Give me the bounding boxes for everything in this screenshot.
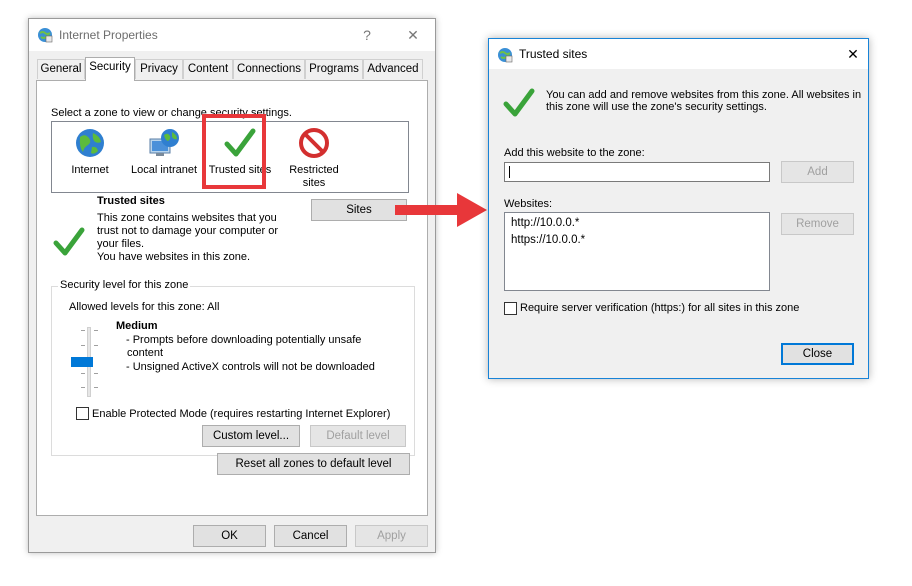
internet-properties-icon [38, 28, 53, 43]
title-bar: Internet Properties ? ✕ [29, 19, 435, 51]
dialog-title: Trusted sites [519, 47, 588, 61]
tab-connections[interactable]: Connections [233, 59, 305, 79]
close-icon[interactable]: ✕ [403, 25, 423, 45]
internet-properties-window: Internet Properties ? ✕ General Security… [28, 18, 436, 553]
websites-label: Websites: [504, 198, 553, 210]
zone-description-line: trust not to damage your computer or [97, 225, 278, 237]
protected-mode-label: Enable Protected Mode (requires restarti… [92, 408, 391, 420]
globe-icon [76, 129, 104, 157]
zone-restricted-sites[interactable]: Restricted sites [276, 124, 352, 190]
help-button[interactable]: ? [357, 25, 377, 45]
allowed-levels-label: Allowed levels for this zone: All [69, 301, 220, 313]
tab-advanced[interactable]: Advanced [363, 59, 423, 79]
zone-description-line: your files. [97, 238, 145, 250]
slider-tick [94, 387, 98, 388]
title-bar: Trusted sites ✕ [489, 39, 868, 69]
apply-button[interactable]: Apply [355, 525, 428, 547]
zone-description-line: This zone contains websites that you [97, 212, 277, 224]
trusted-sites-window-icon [498, 48, 513, 63]
protected-mode-checkbox[interactable] [76, 407, 89, 420]
trusted-sites-highlight [202, 114, 266, 189]
ok-button[interactable]: OK [193, 525, 266, 547]
default-level-button[interactable]: Default level [310, 425, 406, 447]
tab-programs[interactable]: Programs [305, 59, 363, 79]
list-item[interactable]: http://10.0.0.* [511, 217, 579, 229]
zone-local-intranet[interactable]: Local intranet [126, 124, 202, 190]
close-icon[interactable]: ✕ [843, 44, 863, 64]
slider-tick [94, 330, 98, 331]
group-title: Security level for this zone [58, 279, 191, 291]
security-level-group: Security level for this zone Allowed lev… [51, 279, 415, 456]
green-checkmark-icon [53, 227, 85, 256]
require-verification-label: Require server verification (https:) for… [520, 302, 800, 314]
info-text-line: You can add and remove websites from thi… [546, 89, 862, 101]
websites-list[interactable]: http://10.0.0.* https://10.0.0.* [504, 212, 770, 291]
tab-privacy[interactable]: Privacy [135, 59, 183, 79]
cancel-button[interactable]: Cancel [274, 525, 347, 547]
slider-tick [81, 373, 85, 374]
zone-label: Internet [71, 164, 109, 176]
slider-tick [94, 345, 98, 346]
window-title: Internet Properties [59, 28, 158, 42]
sites-button[interactable]: Sites [311, 199, 407, 221]
tab-content[interactable]: Content [183, 59, 233, 79]
level-bullet: - Prompts before downloading potentially… [126, 334, 362, 346]
network-globe-icon [149, 129, 179, 156]
trusted-sites-dialog: Trusted sites ✕ You can add and remove w… [488, 38, 869, 379]
add-website-label: Add this website to the zone: [504, 147, 645, 159]
tab-security[interactable]: Security [85, 57, 135, 81]
red-arrow-icon [395, 193, 487, 227]
tab-general[interactable]: General [37, 59, 85, 79]
info-text-line: this zone will use the zone's security s… [546, 101, 767, 113]
add-website-input[interactable] [504, 162, 770, 182]
slider-tick [81, 387, 85, 388]
add-button[interactable]: Add [781, 161, 854, 183]
slider-tick [94, 373, 98, 374]
require-verification-checkbox[interactable] [504, 302, 517, 315]
slider-tick [81, 330, 85, 331]
text-cursor [509, 166, 510, 178]
zone-description-line: You have websites in this zone. [97, 251, 251, 263]
custom-level-button[interactable]: Custom level... [202, 425, 300, 447]
level-bullet: content [127, 347, 164, 359]
level-bullet: - Unsigned ActiveX controls will not be … [126, 361, 375, 373]
slider-tick [81, 345, 85, 346]
green-checkmark-icon [503, 88, 535, 117]
reset-all-zones-button[interactable]: Reset all zones to default level [217, 453, 410, 475]
zone-internet[interactable]: Internet [52, 124, 128, 190]
restricted-icon [299, 128, 329, 158]
close-button[interactable]: Close [781, 343, 854, 365]
level-name: Medium [116, 320, 158, 332]
security-level-slider-thumb[interactable] [71, 357, 93, 367]
zone-label: Local intranet [130, 164, 198, 176]
list-item[interactable]: https://10.0.0.* [511, 234, 585, 246]
zone-heading: Trusted sites [97, 195, 165, 207]
zone-label: Restricted sites [289, 164, 339, 189]
remove-button[interactable]: Remove [781, 213, 854, 235]
